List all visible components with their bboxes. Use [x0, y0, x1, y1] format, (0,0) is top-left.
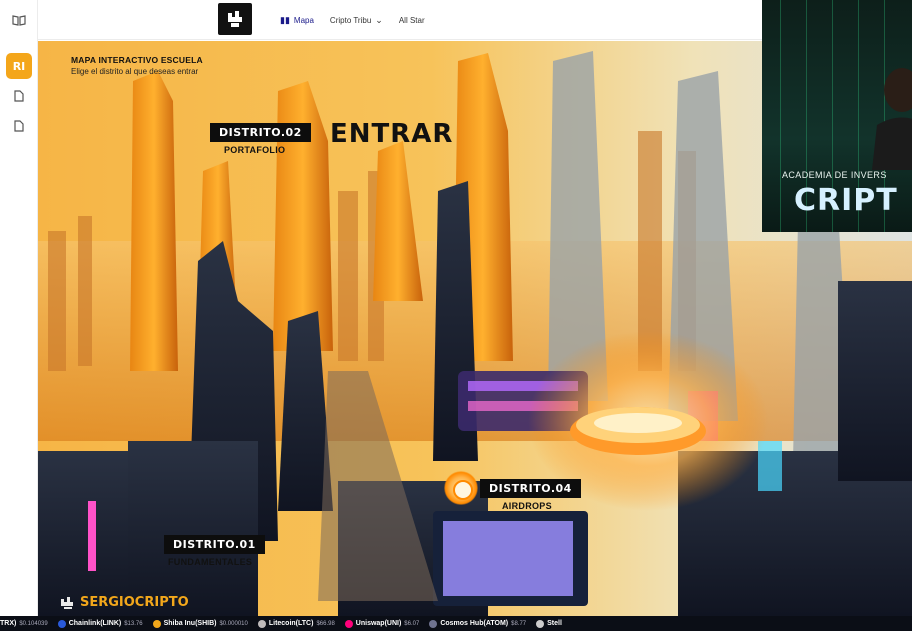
promo-title: CRIPT: [794, 183, 898, 218]
map-title: MAPA INTERACTIVO ESCUELA: [71, 55, 203, 65]
district-04-marker-icon[interactable]: [444, 471, 478, 505]
ticker-item[interactable]: Shiba Inu(SHIB) $0.000010: [152, 619, 248, 628]
crypto-ticker: TRX) $0.104039 Chainlink(LINK) $13.76 Sh…: [0, 616, 912, 631]
promo-kicker: ACADEMIA DE INVERS: [782, 170, 887, 180]
chainlink-icon: [57, 619, 66, 628]
district-04-label: DISTRITO.04: [480, 479, 581, 498]
map-icon: ▮▮: [280, 14, 290, 25]
document-icon[interactable]: [9, 86, 29, 106]
promo-video-overlay[interactable]: ACADEMIA DE INVERS CRIPT: [762, 0, 912, 232]
ticker-item[interactable]: Cosmos Hub(ATOM) $8.77: [429, 619, 526, 628]
map-subtitle: Elige el distrito al que deseas entrar: [71, 67, 199, 76]
litecoin-icon: [257, 619, 266, 628]
app-root: RI ▮▮ Mapa Cripto Tribu ⌄ All Star MAPA …: [0, 0, 912, 631]
district-01-label: DISTRITO.01: [164, 535, 265, 554]
rail-item-home[interactable]: RI: [6, 53, 32, 79]
district-04-sub: AIRDROPS: [502, 501, 552, 511]
nav-item-cripto-tribu[interactable]: Cripto Tribu ⌄: [330, 15, 383, 26]
logo-mark-icon: RI: [12, 59, 26, 73]
ticker-item[interactable]: Uniswap(UNI) $6.07: [344, 619, 419, 628]
district-02-sub: PORTAFOLIO: [224, 145, 286, 155]
nav-item-mapa[interactable]: ▮▮ Mapa: [280, 15, 314, 26]
shiba-icon: [152, 619, 161, 628]
tribe-logo-icon[interactable]: [218, 3, 252, 35]
district-01-sub: FUNDAMENTALES: [168, 557, 253, 567]
presenter-silhouette: [872, 68, 912, 170]
cosmos-icon: [429, 619, 438, 628]
uniswap-icon: [344, 619, 353, 628]
enter-button[interactable]: ENTRAR: [330, 119, 453, 149]
book-open-icon[interactable]: [9, 10, 29, 30]
left-rail: RI: [0, 0, 38, 616]
ticker-item[interactable]: Chainlink(LINK) $13.76: [57, 619, 143, 628]
district-01[interactable]: DISTRITO.01 FUNDAMENTALES: [164, 535, 265, 567]
district-04[interactable]: DISTRITO.04 AIRDROPS: [480, 479, 581, 511]
district-02-label: DISTRITO.02: [210, 123, 311, 142]
district-02[interactable]: DISTRITO.02 PORTAFOLIO: [210, 123, 311, 155]
document-icon[interactable]: [9, 116, 29, 136]
brand-logo[interactable]: SERGIOCRIPTO: [60, 595, 189, 610]
nav-item-all-star[interactable]: All Star: [399, 16, 425, 25]
ticker-item[interactable]: TRX) $0.104039: [0, 620, 48, 627]
stellar-icon: [536, 619, 545, 628]
main-nav: ▮▮ Mapa Cripto Tribu ⌄ All Star: [280, 0, 425, 40]
brand-mark-icon: [61, 596, 73, 609]
ticker-item[interactable]: Stell: [536, 619, 562, 628]
chevron-down-icon: ⌄: [375, 14, 383, 25]
ticker-item[interactable]: Litecoin(LTC) $66.98: [257, 619, 335, 628]
